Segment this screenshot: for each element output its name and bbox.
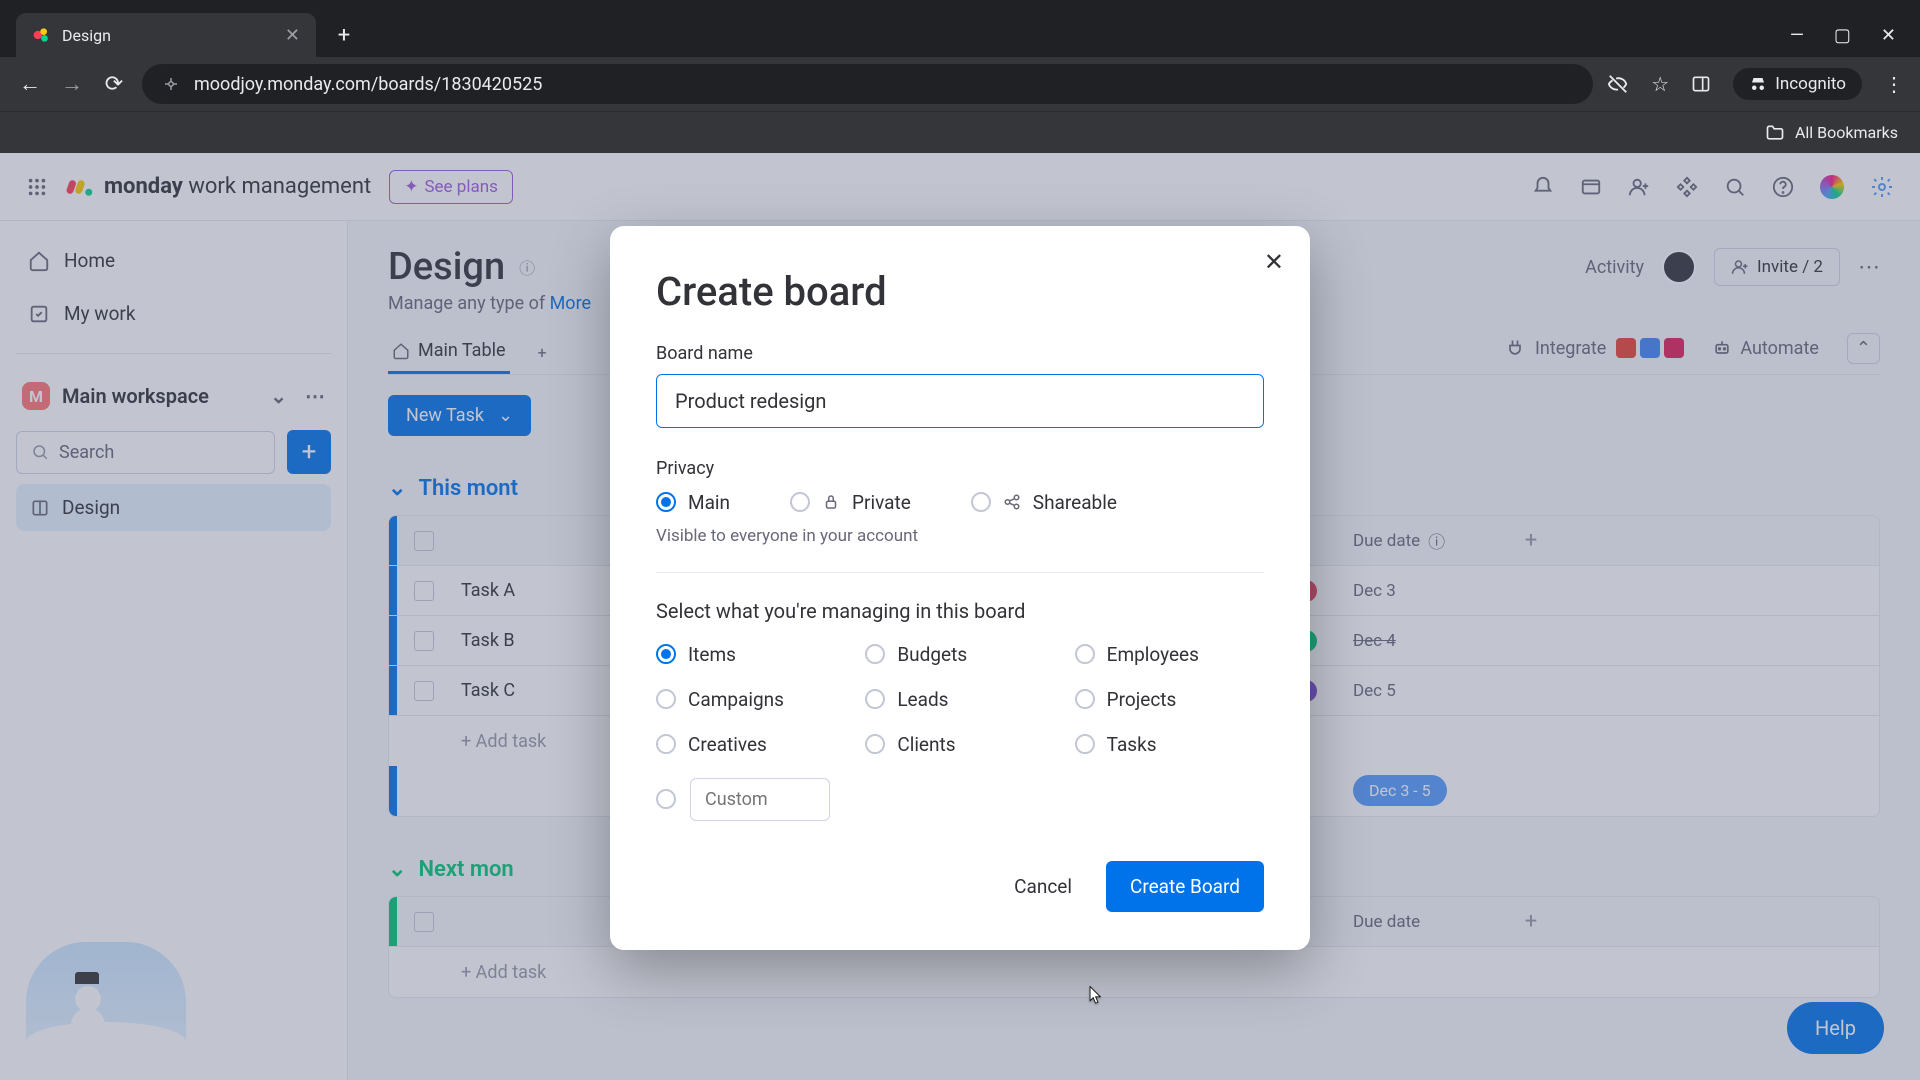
browser-tab[interactable]: Design ✕ (16, 13, 316, 57)
managing-option-custom[interactable] (656, 789, 676, 809)
eye-off-icon[interactable] (1607, 73, 1629, 95)
radio-icon (656, 689, 676, 709)
managing-option-projects[interactable]: Projects (1075, 688, 1264, 711)
tab-title: Design (62, 26, 111, 45)
radio-icon (971, 492, 991, 512)
incognito-chip[interactable]: Incognito (1733, 68, 1862, 100)
custom-managing-input[interactable] (690, 778, 830, 821)
privacy-option-private[interactable]: Private (790, 491, 911, 514)
side-panel-icon[interactable] (1691, 74, 1711, 94)
managing-option-clients[interactable]: Clients (865, 733, 1054, 756)
back-icon[interactable]: ← (16, 71, 44, 97)
radio-icon (790, 492, 810, 512)
bookmark-star-icon[interactable]: ☆ (1651, 72, 1669, 96)
privacy-option-main[interactable]: Main (656, 491, 730, 514)
radio-icon (656, 789, 676, 809)
create-board-modal: ✕ Create board Board name Privacy Main P… (610, 226, 1310, 950)
managing-option-tasks[interactable]: Tasks (1075, 733, 1264, 756)
address-bar: ← → ⟳ moodjoy.monday.com/boards/18304205… (0, 57, 1920, 111)
radio-icon (656, 492, 676, 512)
minimize-icon[interactable]: — (1790, 25, 1804, 46)
maximize-icon[interactable]: ▢ (1834, 25, 1851, 46)
modal-title: Create board (656, 268, 1264, 315)
managing-option-employees[interactable]: Employees (1075, 643, 1264, 666)
managing-option-leads[interactable]: Leads (865, 688, 1054, 711)
window-controls: — ▢ ✕ (1790, 13, 1908, 57)
cancel-button[interactable]: Cancel (1004, 863, 1082, 910)
create-board-button[interactable]: Create Board (1106, 861, 1264, 912)
reload-icon[interactable]: ⟳ (100, 72, 128, 97)
board-name-label: Board name (656, 343, 1264, 364)
board-name-input[interactable] (656, 374, 1264, 428)
radio-icon (1075, 734, 1095, 754)
site-info-icon[interactable] (162, 75, 180, 93)
radio-icon (1075, 644, 1095, 664)
radio-icon (865, 734, 885, 754)
privacy-label: Privacy (656, 458, 1264, 479)
browser-tab-strip: Design ✕ + — ▢ ✕ (0, 0, 1920, 57)
managing-option-campaigns[interactable]: Campaigns (656, 688, 845, 711)
privacy-hint: Visible to everyone in your account (656, 526, 1264, 546)
close-icon[interactable]: ✕ (1264, 248, 1284, 276)
close-window-icon[interactable]: ✕ (1881, 25, 1896, 46)
folder-icon (1765, 123, 1785, 143)
managing-option-items[interactable]: Items (656, 643, 845, 666)
app-root: monday work management ✦ See plans Home … (0, 153, 1920, 1080)
share-icon (1003, 493, 1021, 511)
browser-menu-icon[interactable]: ⋮ (1884, 72, 1904, 96)
radio-icon (1075, 689, 1095, 709)
bookmarks-bar: All Bookmarks (0, 111, 1920, 153)
privacy-option-shareable[interactable]: Shareable (971, 491, 1117, 514)
all-bookmarks-link[interactable]: All Bookmarks (1795, 123, 1898, 142)
radio-icon (865, 644, 885, 664)
managing-label: Select what you're managing in this boar… (656, 599, 1264, 623)
url-text: moodjoy.monday.com/boards/1830420525 (194, 74, 542, 95)
managing-option-creatives[interactable]: Creatives (656, 733, 845, 756)
favicon (32, 25, 52, 45)
lock-icon (822, 493, 840, 511)
radio-icon (656, 644, 676, 664)
close-icon[interactable]: ✕ (285, 25, 300, 46)
managing-option-budgets[interactable]: Budgets (865, 643, 1054, 666)
radio-icon (865, 689, 885, 709)
forward-icon[interactable]: → (58, 71, 86, 97)
radio-icon (656, 734, 676, 754)
new-tab-button[interactable]: + (326, 17, 362, 53)
url-field[interactable]: moodjoy.monday.com/boards/1830420525 (142, 64, 1593, 104)
